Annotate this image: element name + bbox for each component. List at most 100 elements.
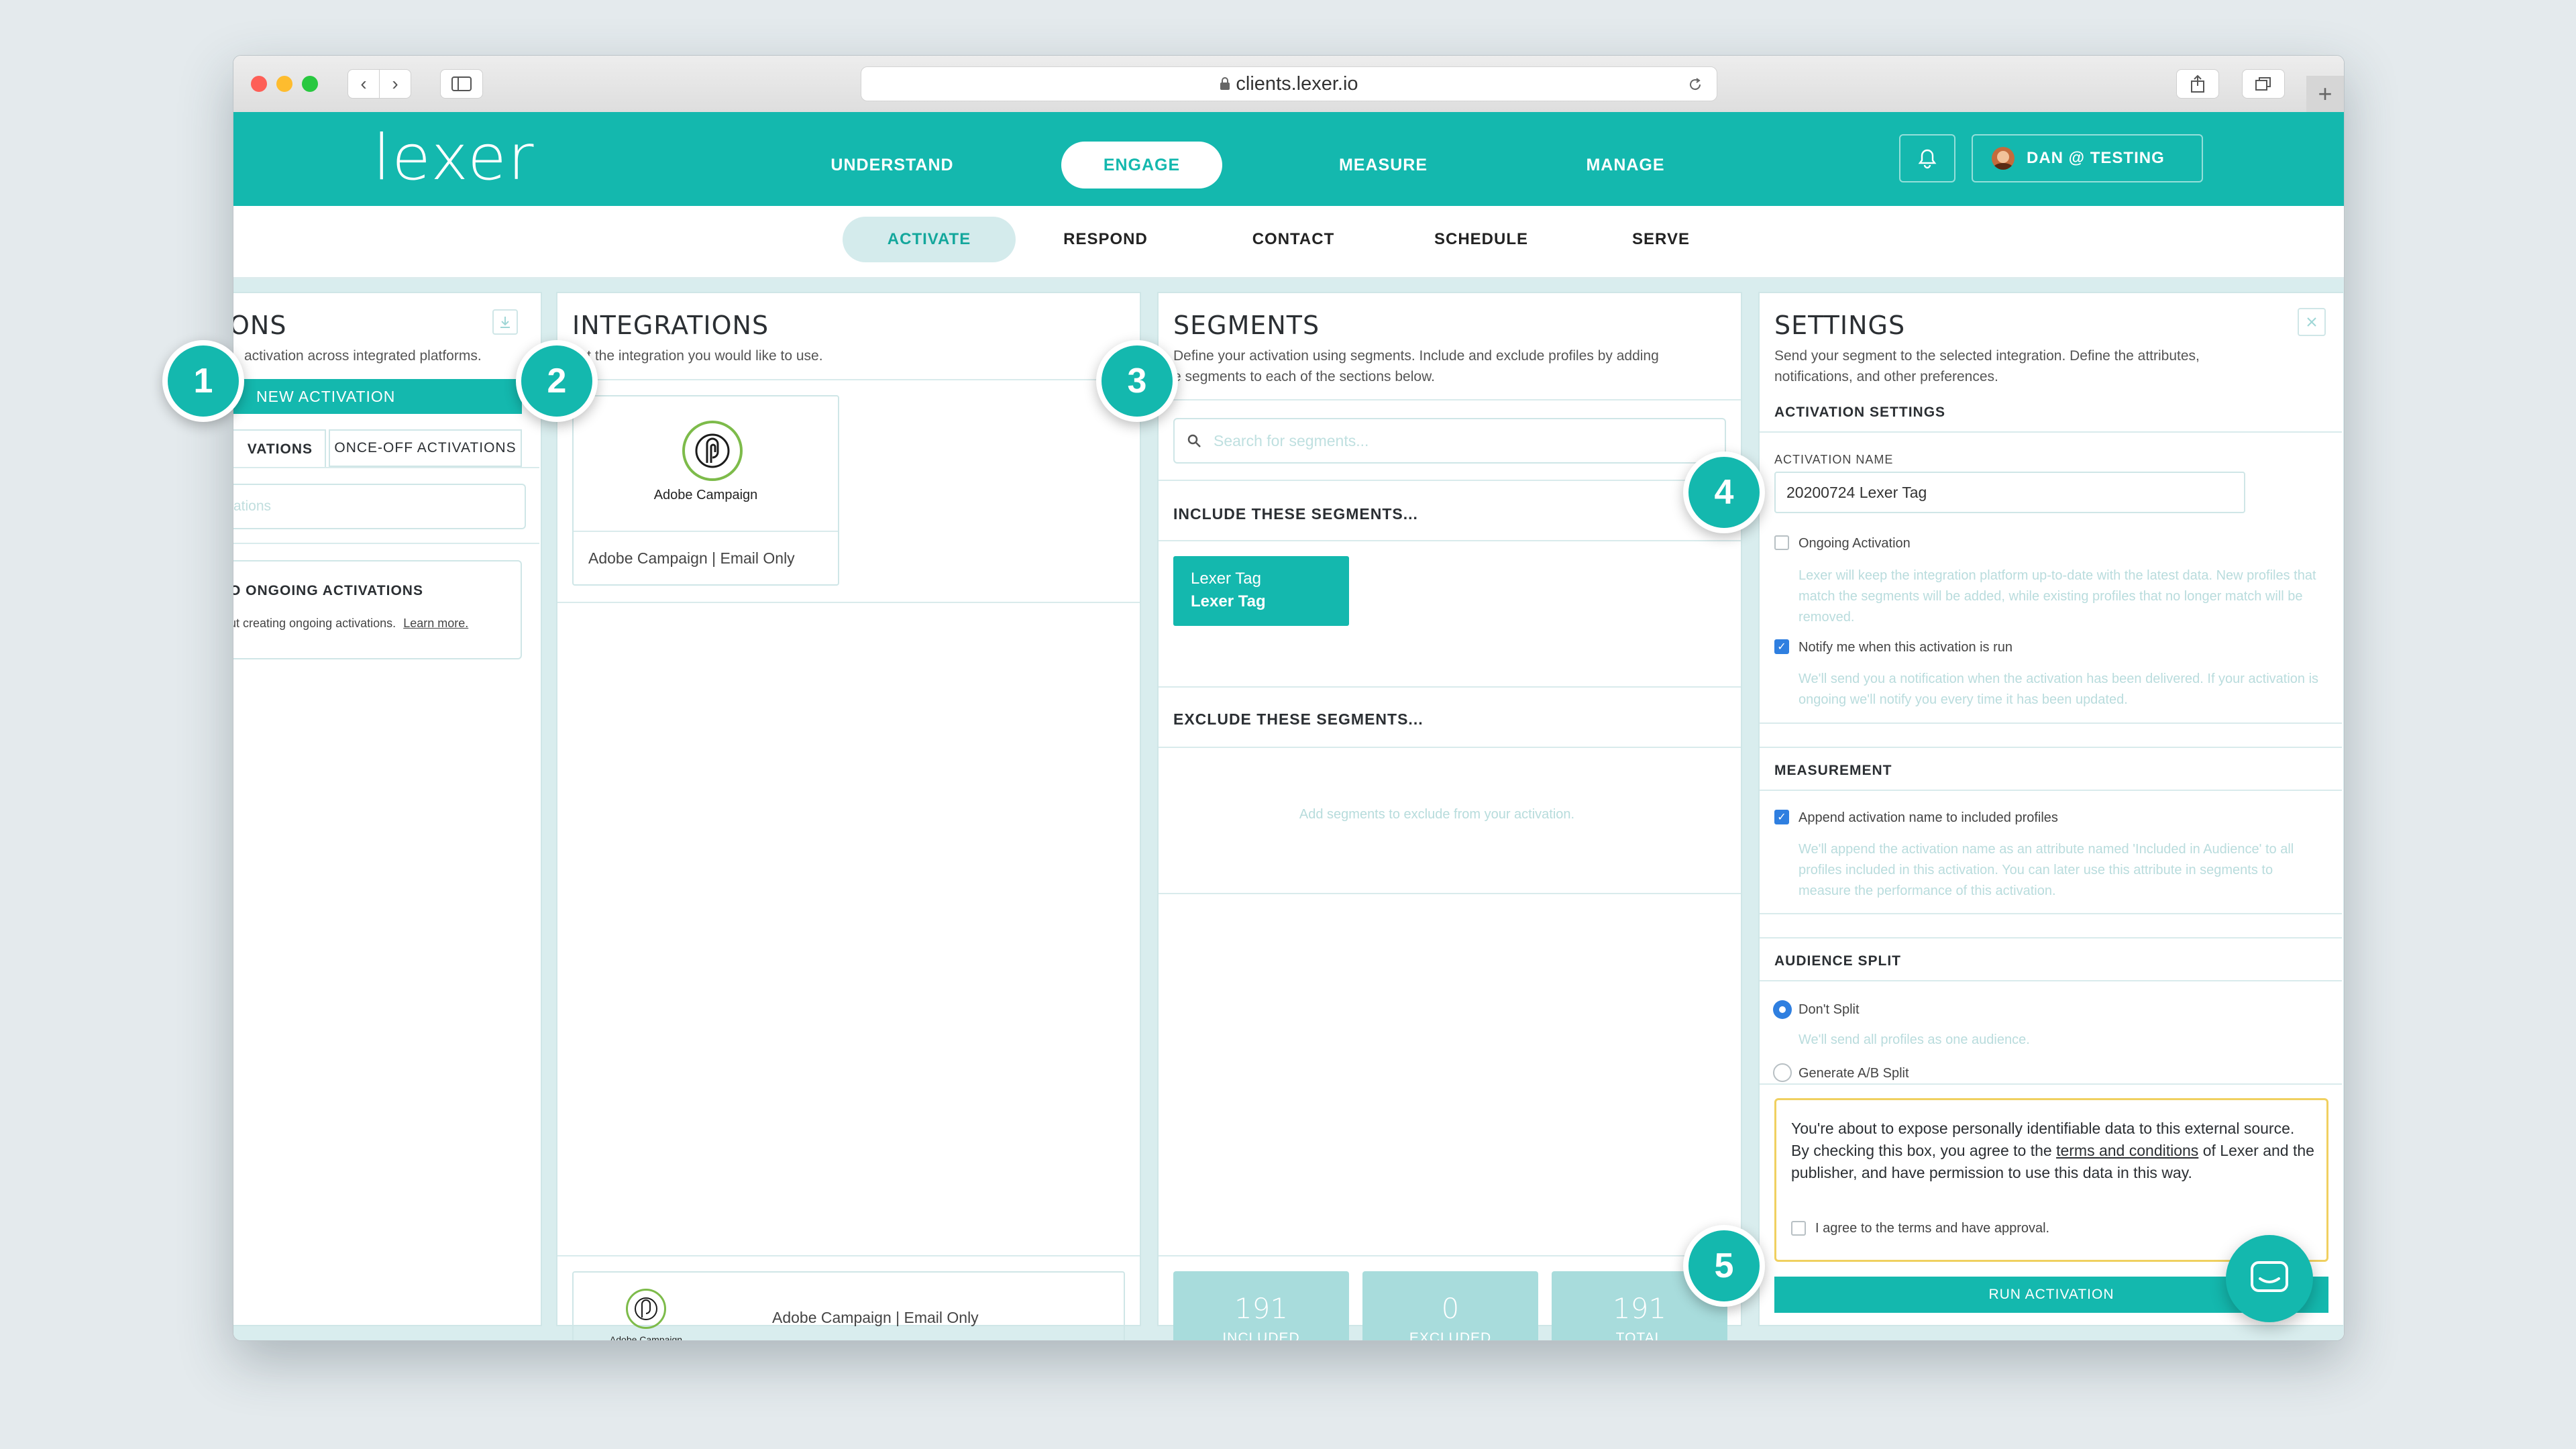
tab-activate[interactable]: ACTIVATE xyxy=(843,217,1016,262)
nav-measure[interactable]: MEASURE xyxy=(1305,142,1461,189)
settings-description: Send your segment to the selected integr… xyxy=(1774,348,2200,364)
chat-icon xyxy=(2251,1261,2288,1292)
activation-name-input[interactable]: 20200724 Lexer Tag xyxy=(1774,472,2245,513)
integrations-description: ect the integration you would like to us… xyxy=(572,348,823,364)
user-menu-button[interactable]: DAN @ TESTING xyxy=(1972,134,2203,182)
tab-once-off-activations[interactable]: ONCE-OFF ACTIVATIONS xyxy=(329,429,522,467)
notify-label: Notify me when this activation is run xyxy=(1799,640,2013,655)
tab-ongoing-activations[interactable]: VATIONS xyxy=(233,429,326,468)
tab-schedule[interactable]: SCHEDULE xyxy=(1406,217,1556,262)
pii-warning-box: You're about to expose personally identi… xyxy=(1774,1098,2328,1262)
callout-badge-5: 5 xyxy=(1683,1225,1765,1307)
segments-title: SEGMENTS xyxy=(1173,311,1320,340)
ongoing-activation-help: Lexer will keep the integration platform… xyxy=(1799,568,2316,625)
segment-tag-label: Lexer Tag xyxy=(1191,592,1266,610)
activations-search-input[interactable]: ations xyxy=(233,484,526,529)
user-label: DAN @ TESTING xyxy=(2027,149,2165,167)
empty-state-title: O ONGOING ACTIVATIONS xyxy=(233,583,423,598)
stat-excluded: 0 EXCLUDED xyxy=(1362,1271,1538,1341)
callout-badge-1: 1 xyxy=(162,340,244,422)
ongoing-activation-checkbox[interactable] xyxy=(1774,535,1789,550)
agree-terms-checkbox[interactable] xyxy=(1791,1221,1806,1236)
ab-split-label: Generate A/B Split xyxy=(1799,1066,1909,1081)
new-tab-button[interactable]: + xyxy=(2306,76,2344,112)
activations-description: activation across integrated platforms. xyxy=(244,348,482,364)
adobe-campaign-logo xyxy=(626,1289,666,1329)
exclude-placeholder: Add segments to exclude from your activa… xyxy=(1299,807,1575,822)
measurement-title: MEASUREMENT xyxy=(1774,763,1892,778)
nav-manage[interactable]: MANAGE xyxy=(1548,142,1703,189)
selected-integration-label: Adobe Campaign | Email Only xyxy=(772,1309,979,1326)
nav-understand[interactable]: UNDERSTAND xyxy=(812,142,972,189)
append-name-checkbox[interactable]: ✓ xyxy=(1774,810,1789,824)
append-name-help: We'll append the activation name as an a… xyxy=(1799,842,2294,898)
plus-icon: + xyxy=(2318,80,2332,107)
include-segments-title: INCLUDE THESE SEGMENTS... xyxy=(1173,505,1418,523)
reload-icon[interactable] xyxy=(1687,76,1703,93)
integration-card[interactable]: Adobe Campaign Adobe Campaign | Email On… xyxy=(572,395,839,586)
segment-search-input[interactable]: Search for segments... xyxy=(1173,418,1726,464)
callout-badge-3: 3 xyxy=(1096,340,1178,422)
chevron-right-icon: › xyxy=(392,73,398,94)
address-bar[interactable]: clients.lexer.io xyxy=(861,66,1717,101)
learn-more-link[interactable]: Learn more. xyxy=(403,616,468,630)
lexer-logo[interactable]: lexer xyxy=(373,127,535,190)
download-button[interactable] xyxy=(492,309,518,335)
activation-settings-title: ACTIVATION SETTINGS xyxy=(1774,405,1946,420)
settings-panel: SETTINGS Send your segment to the select… xyxy=(1758,292,2343,1326)
segments-panel: SEGMENTS Define your activation using se… xyxy=(1157,292,1742,1340)
tabs-overview-button[interactable] xyxy=(2242,69,2285,99)
audience-split-title: AUDIENCE SPLIT xyxy=(1774,953,1902,969)
callout-badge-2: 2 xyxy=(516,340,598,422)
pii-warning-text: You're about to expose personally identi… xyxy=(1791,1118,2314,1184)
stat-total-value: 191 xyxy=(1612,1291,1667,1325)
chat-launcher-button[interactable] xyxy=(2226,1235,2313,1322)
nav-engage[interactable]: ENGAGE xyxy=(1061,142,1222,189)
download-icon xyxy=(500,317,510,328)
ongoing-activation-label: Ongoing Activation xyxy=(1799,536,1911,551)
ab-split-radio[interactable] xyxy=(1773,1063,1792,1082)
stat-excluded-value: 0 xyxy=(1441,1291,1460,1325)
exclude-segments-title: EXCLUDE THESE SEGMENTS... xyxy=(1173,710,1424,728)
tabs-icon xyxy=(2255,77,2271,91)
minimize-window-button[interactable] xyxy=(276,76,292,92)
bell-icon xyxy=(1918,149,1937,169)
browser-window: ‹ › clients.lexer.io + lexer UNDERSTAND … xyxy=(233,55,2345,1341)
notify-checkbox[interactable]: ✓ xyxy=(1774,639,1789,654)
integrations-title: INTEGRATIONS xyxy=(572,311,769,340)
chevron-left-icon: ‹ xyxy=(360,73,367,94)
dont-split-help: We'll send all profiles as one audience. xyxy=(1799,1032,2030,1047)
back-button[interactable]: ‹ xyxy=(347,69,380,99)
empty-state-text: ut creating ongoing activations. xyxy=(233,616,396,630)
notifications-button[interactable] xyxy=(1899,134,1955,182)
agree-terms-label: I agree to the terms and have approval. xyxy=(1815,1221,2050,1236)
tab-contact[interactable]: CONTACT xyxy=(1226,217,1360,262)
forward-button[interactable]: › xyxy=(379,69,411,99)
sidebar-toggle-button[interactable] xyxy=(440,69,483,99)
tab-respond[interactable]: RESPOND xyxy=(1035,217,1176,262)
activation-name-label: ACTIVATION NAME xyxy=(1774,453,1894,466)
segments-description: Define your activation using segments. I… xyxy=(1173,348,1659,364)
stat-total-label: TOTAL xyxy=(1615,1330,1664,1341)
stat-included: 191 INCLUDED xyxy=(1173,1271,1349,1340)
tab-serve[interactable]: SERVE xyxy=(1598,217,1724,262)
close-icon xyxy=(2307,317,2316,327)
selected-integration: Adobe Campaign Adobe Campaign | Email On… xyxy=(572,1271,1125,1341)
activations-panel: ONS activation across integrated platfor… xyxy=(233,292,542,1326)
share-button[interactable] xyxy=(2176,69,2219,99)
adobe-campaign-logo-text: Adobe Campaign xyxy=(609,1334,683,1341)
stat-included-value: 191 xyxy=(1234,1291,1289,1325)
zoom-window-button[interactable] xyxy=(302,76,318,92)
segment-tag[interactable]: Lexer Tag Lexer Tag xyxy=(1173,556,1349,626)
close-window-button[interactable] xyxy=(251,76,267,92)
sidebar-icon xyxy=(451,76,472,91)
dont-split-radio[interactable] xyxy=(1773,1000,1792,1019)
close-button[interactable] xyxy=(2298,308,2326,336)
segment-search-placeholder: Search for segments... xyxy=(1214,431,1369,449)
notify-help: We'll send you a notification when the a… xyxy=(1799,672,2319,707)
stat-excluded-label: EXCLUDED xyxy=(1409,1330,1492,1341)
append-name-label: Append activation name to included profi… xyxy=(1799,810,2058,825)
adobe-campaign-logo xyxy=(682,421,743,481)
terms-link[interactable]: terms and conditions xyxy=(2056,1142,2198,1159)
new-activation-button[interactable]: NEW ACTIVATION xyxy=(233,379,522,414)
